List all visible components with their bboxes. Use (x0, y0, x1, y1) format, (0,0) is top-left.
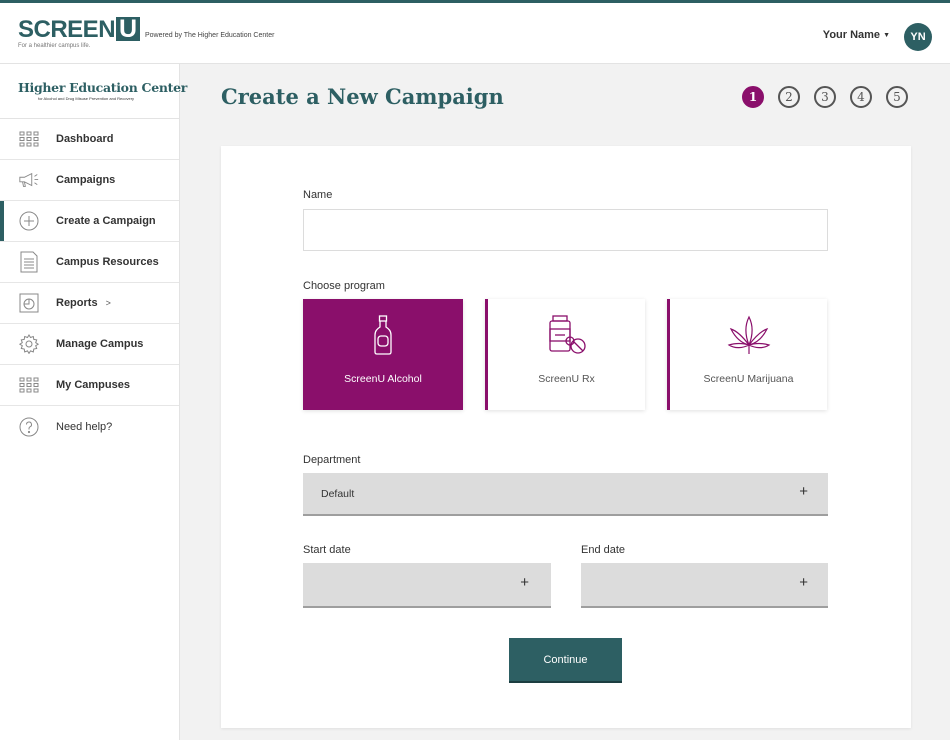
step-3: 3 (814, 86, 836, 108)
program-label-rx: ScreenU Rx (538, 373, 595, 385)
org-title: Higher Education Center (18, 80, 188, 95)
screenu-logo[interactable]: SCREEN U For a healthier campus life. (18, 17, 140, 49)
megaphone-icon (18, 169, 40, 191)
name-label: Name (303, 189, 333, 201)
logo-u: U (116, 17, 140, 42)
sidebar-item-label: Reports (56, 297, 98, 309)
end-date-picker[interactable]: + (581, 563, 828, 608)
program-alcohol-card[interactable]: ScreenU Alcohol (303, 299, 463, 410)
user-menu[interactable]: Your Name ▼ (823, 29, 890, 41)
program-rx-card[interactable]: ScreenU Rx (485, 299, 645, 410)
cannabis-leaf-icon (670, 315, 827, 355)
sidebar-item-label: Manage Campus (56, 338, 144, 350)
plus-icon: + (520, 574, 529, 591)
sidebar-item-campus-resources[interactable]: Campus Resources (0, 242, 179, 283)
org-subtitle: for Alcohol and Drug Misuse Prevention a… (38, 96, 135, 101)
sidebar-item-label: Campus Resources (56, 256, 159, 268)
powered-by-text: Powered by The Higher Education Center (145, 32, 275, 39)
logo-tagline: For a healthier campus life. (18, 43, 91, 49)
step-4: 4 (850, 86, 872, 108)
program-label-marijuana: ScreenU Marijuana (703, 373, 794, 385)
user-name: Your Name (822, 29, 881, 41)
sidebar-item-label: My Campuses (56, 379, 130, 391)
program-label-alcohol: ScreenU Alcohol (344, 373, 422, 385)
sidebar-item-my-campuses[interactable]: My Campuses (0, 365, 179, 406)
chevron-right-icon: > (105, 298, 111, 308)
plus-icon: + (799, 574, 808, 591)
program-label: Choose program (303, 280, 385, 292)
sidebar-item-label: Dashboard (56, 133, 114, 145)
pills-icon (488, 315, 645, 355)
grid-icon (18, 128, 40, 150)
campaign-form-card: Name Choose program ScreenU Alcohol Scre… (221, 146, 911, 728)
grid-icon (18, 374, 40, 396)
gear-icon (18, 333, 40, 355)
plus-circle-icon (18, 210, 40, 232)
caret-down-icon: ▼ (883, 31, 890, 39)
org-logo: Higher Education Center for Alcohol and … (0, 64, 188, 119)
name-input[interactable] (303, 209, 828, 251)
page-title: Create a New Campaign (221, 84, 504, 109)
sidebar-item-create-campaign[interactable]: Create a Campaign (0, 201, 179, 242)
sidebar-item-label: Campaigns (56, 174, 116, 186)
bottle-icon (303, 315, 463, 355)
step-indicator: 1 2 3 4 5 (742, 86, 908, 108)
question-icon (18, 416, 40, 438)
sidebar-item-label: Need help? (56, 420, 113, 433)
sidebar-item-help[interactable]: Need help? (0, 406, 179, 447)
department-value: Default (321, 488, 355, 500)
sidebar-item-reports[interactable]: Reports > (0, 283, 179, 324)
top-bar: SCREEN U For a healthier campus life. Pow… (0, 0, 950, 64)
report-icon (18, 292, 40, 314)
step-1: 1 (742, 86, 764, 108)
continue-button[interactable]: Continue (509, 638, 622, 683)
sidebar-item-label: Create a Campaign (56, 215, 156, 227)
start-date-picker[interactable]: + (303, 563, 551, 608)
plus-icon: + (799, 483, 808, 500)
start-date-label: Start date (303, 544, 351, 556)
step-2: 2 (778, 86, 800, 108)
logo-text: SCREEN (18, 16, 116, 43)
department-label: Department (303, 454, 361, 466)
department-select[interactable]: Default + (303, 473, 828, 516)
sidebar-item-dashboard[interactable]: Dashboard (0, 119, 179, 160)
document-icon (18, 251, 40, 273)
sidebar: Higher Education Center for Alcohol and … (0, 64, 188, 740)
step-5: 5 (886, 86, 908, 108)
sidebar-item-campaigns[interactable]: Campaigns (0, 160, 179, 201)
program-marijuana-card[interactable]: ScreenU Marijuana (667, 299, 827, 410)
end-date-label: End date (581, 544, 626, 556)
avatar[interactable]: YN (904, 23, 932, 51)
sidebar-item-manage-campus[interactable]: Manage Campus (0, 324, 179, 365)
